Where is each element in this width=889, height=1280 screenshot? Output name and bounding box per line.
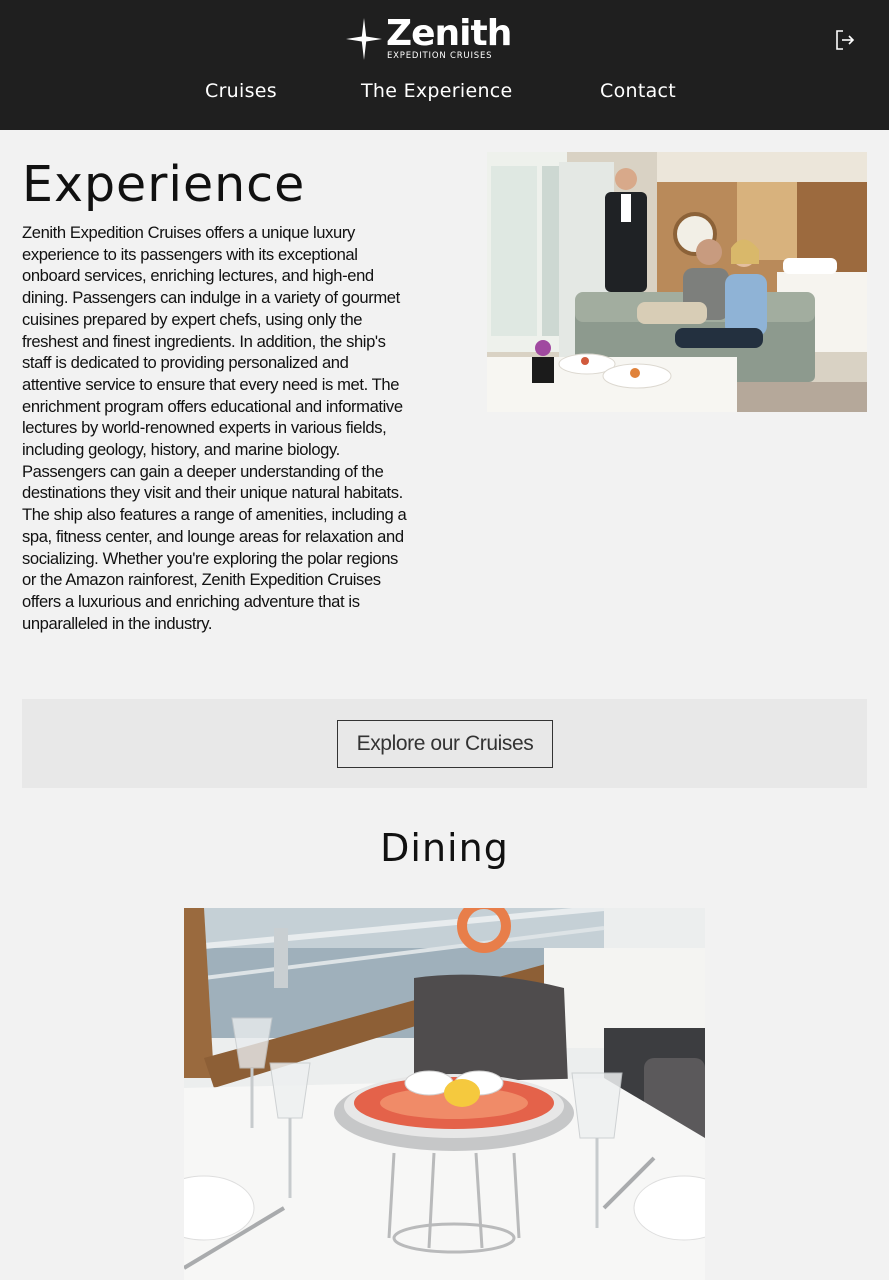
experience-description: Zenith Expedition Cruises offers a uniqu… <box>22 223 407 633</box>
brand-tagline: EXPEDITION CRUISES <box>387 51 493 61</box>
nav-cruises[interactable]: Cruises <box>205 80 277 110</box>
site-header: Zenith EXPEDITION CRUISES Cruises The Ex… <box>0 0 889 130</box>
brand-logo[interactable]: Zenith EXPEDITION CRUISES <box>346 13 512 64</box>
nav-contact[interactable]: Contact <box>600 80 676 110</box>
four-point-star-icon <box>346 18 382 60</box>
dining-seafood-photo <box>184 908 705 1280</box>
logout-icon[interactable] <box>834 29 856 51</box>
dining-title: Dining <box>380 826 509 870</box>
brand-name: Zenith <box>386 13 512 54</box>
cta-band: Explore our Cruises <box>22 699 867 788</box>
lounge-service-photo <box>487 152 867 412</box>
experience-title: Experience <box>22 156 306 213</box>
nav-the-experience[interactable]: The Experience <box>361 80 513 110</box>
explore-cruises-button[interactable]: Explore our Cruises <box>337 720 553 768</box>
